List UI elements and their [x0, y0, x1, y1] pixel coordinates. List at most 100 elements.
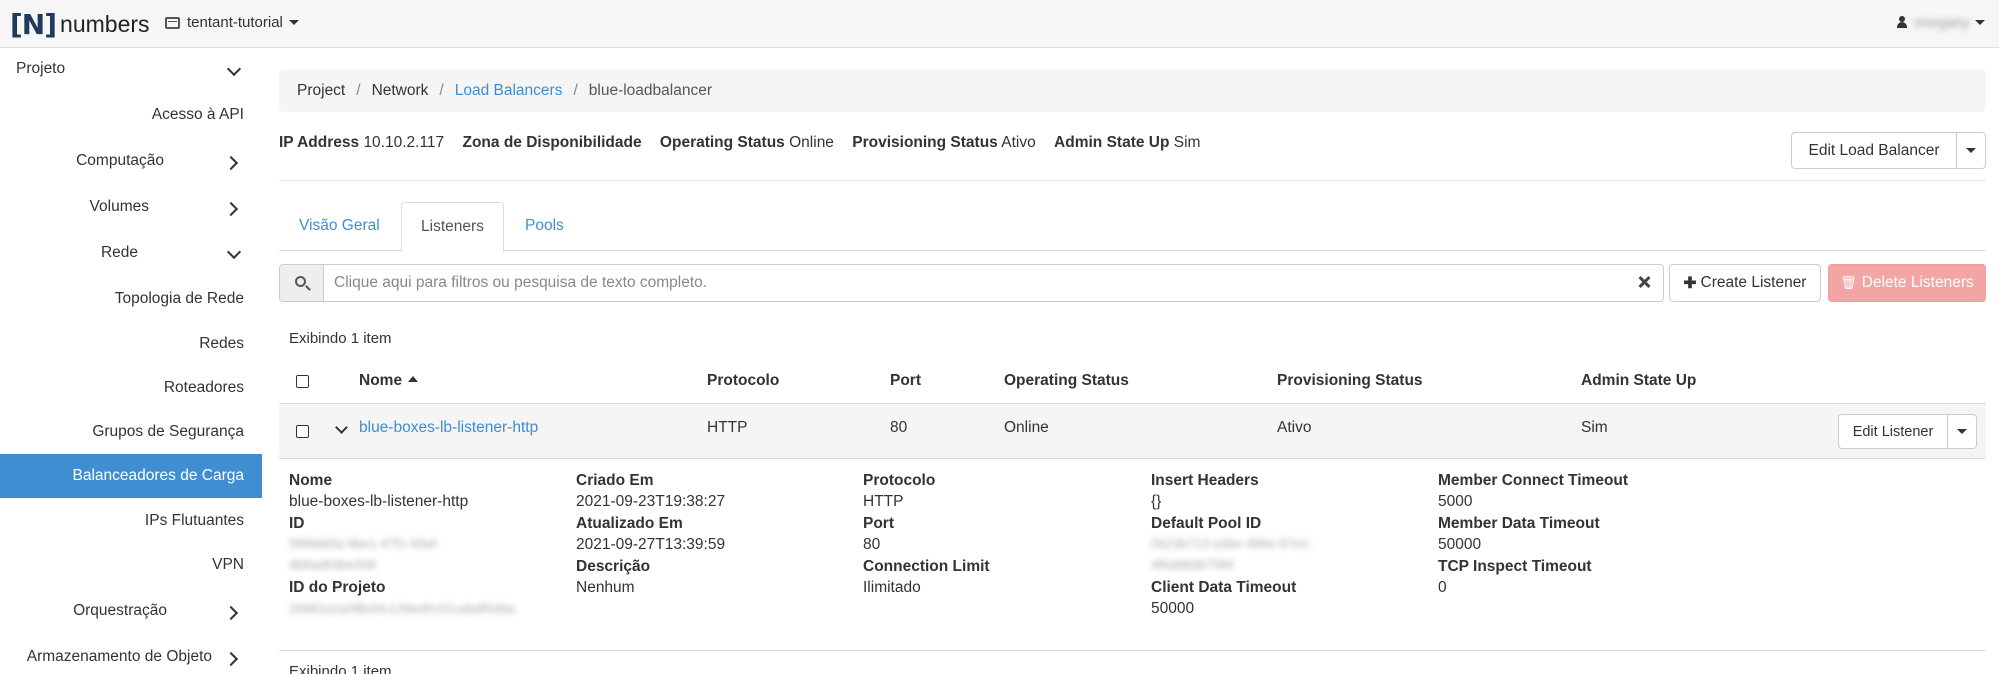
project-name: tentant-tutorial	[187, 14, 283, 31]
sidebar-item-computacao[interactable]: Computação	[76, 152, 164, 170]
sidebar-item-redes[interactable]: Redes	[199, 335, 244, 353]
divider	[279, 180, 1986, 181]
breadcrumb-network[interactable]: Network	[372, 82, 429, 100]
sidebar-item-vpn[interactable]: VPN	[212, 556, 244, 574]
detail-project-id-value: 2b882a2a08b44c139ed0c01cabdf0d9a	[289, 601, 515, 616]
col-header-admin-state[interactable]: Admin State Up	[1581, 372, 1696, 390]
edit-load-balancer-dropdown[interactable]	[1956, 132, 1986, 169]
detail-port-label: Port	[863, 515, 894, 532]
user-menu[interactable]: morgany	[1896, 14, 1985, 30]
cell-protocol: HTTP	[707, 419, 748, 436]
chevron-right-icon[interactable]	[223, 651, 239, 667]
row-checkbox[interactable]	[296, 425, 309, 438]
sidebar-item-orquestracao[interactable]: Orquestração	[73, 602, 167, 620]
search-input[interactable]	[324, 265, 1614, 301]
col-header-protocol[interactable]: Protocolo	[707, 372, 779, 390]
chevron-right-icon[interactable]	[223, 201, 239, 217]
col-header-provisioning-status[interactable]: Provisioning Status	[1277, 372, 1423, 390]
table-bottom-border	[279, 650, 1986, 651]
sidebar-item-api-access[interactable]: Acesso à API	[152, 106, 244, 124]
detail-name-value: blue-boxes-lb-listener-http	[289, 493, 469, 510]
detail-member-data-timeout-value: 50000	[1438, 536, 1482, 553]
plus-icon: ✚	[1683, 274, 1697, 292]
ip-value: 10.10.2.117	[363, 134, 445, 151]
sidebar-item-roteadores[interactable]: Roteadores	[164, 379, 244, 397]
ip-label: IP Address	[279, 134, 360, 151]
tab-listeners[interactable]: Listeners	[401, 202, 504, 252]
detail-protocol-label: Protocolo	[863, 472, 936, 489]
chevron-down-icon[interactable]	[226, 244, 242, 260]
admin-state-label: Admin State Up	[1054, 134, 1170, 151]
detail-id-value-line2: db8ad69be208	[289, 557, 376, 572]
detail-updated-value: 2021-09-27T13:39:59	[576, 536, 726, 553]
tab-pools[interactable]: Pools	[525, 202, 564, 251]
edit-load-balancer-button[interactable]: Edit Load Balancer	[1791, 132, 1957, 169]
detail-updated-label: Atualizado Em	[576, 515, 683, 532]
filter-bar	[279, 264, 1664, 302]
listener-name-link[interactable]: blue-boxes-lb-listener-http	[359, 419, 538, 437]
tab-bar: Visão Geral Listeners Pools	[279, 202, 1986, 252]
create-listener-button[interactable]: ✚ Create Listener	[1669, 264, 1821, 302]
breadcrumb-separator: /	[356, 82, 361, 99]
detail-member-data-timeout-label: Member Data Timeout	[1438, 515, 1600, 532]
sidebar-item-volumes[interactable]: Volumes	[90, 198, 149, 216]
col-header-name-label: Nome	[359, 372, 403, 389]
admin-state-value: Sim	[1173, 134, 1201, 151]
col-header-port[interactable]: Port	[890, 372, 921, 390]
detail-name-label: Nome	[289, 472, 333, 489]
sidebar-item-floating-ips[interactable]: IPs Flutuantes	[145, 512, 244, 530]
brand-logo[interactable]: [N] numbers	[10, 6, 150, 42]
logo-text: numbers	[60, 10, 150, 37]
detail-client-timeout-value: 50000	[1151, 600, 1195, 617]
cell-operating-status: Online	[1004, 419, 1049, 436]
breadcrumb-load-balancers[interactable]: Load Balancers	[455, 82, 563, 100]
chevron-down-icon[interactable]	[226, 61, 242, 77]
chevron-down-icon	[288, 20, 299, 25]
edit-listener-dropdown[interactable]	[1947, 414, 1977, 449]
chevron-right-icon[interactable]	[223, 155, 239, 171]
sidebar-item-object-storage[interactable]: Armazenamento de Objeto	[27, 648, 212, 666]
sidebar-item-security-groups[interactable]: Grupos de Segurança	[92, 423, 244, 441]
chevron-right-icon[interactable]	[223, 605, 239, 621]
delete-listeners-label: Delete Listeners	[1861, 274, 1974, 291]
edit-listener-button[interactable]: Edit Listener	[1838, 414, 1948, 449]
sidebar-item-load-balancers[interactable]: Balanceadores de Carga	[0, 454, 262, 498]
detail-client-timeout-label: Client Data Timeout	[1151, 579, 1297, 596]
detail-default-pool-label: Default Pool ID	[1151, 515, 1262, 532]
create-listener-label: Create Listener	[1700, 274, 1807, 291]
search-icon	[295, 276, 306, 287]
detail-description-label: Descrição	[576, 558, 651, 575]
sidebar-item-rede[interactable]: Rede	[101, 244, 138, 262]
sidebar: Projeto Acesso à API Computação Volumes …	[0, 48, 262, 674]
detail-connection-limit-value: Ilimitado	[863, 579, 921, 596]
detail-insert-headers-value: {}	[1151, 493, 1162, 510]
chevron-down-icon	[1975, 19, 1985, 25]
provisioning-status-label: Provisioning Status	[852, 134, 998, 151]
select-all-checkbox[interactable]	[296, 375, 309, 388]
tab-overview[interactable]: Visão Geral	[299, 202, 380, 251]
clear-search-icon[interactable]	[1637, 275, 1651, 289]
project-selector[interactable]: tentant-tutorial	[165, 14, 299, 31]
detail-description-value: Nenhum	[576, 579, 635, 596]
col-header-operating-status[interactable]: Operating Status	[1004, 372, 1129, 390]
detail-default-pool-value-line1[interactable]: 5623b713-a3be-489e-87e1-	[1151, 536, 1313, 551]
item-count: Exibindo 1 item	[289, 330, 392, 347]
operating-status-label: Operating Status	[659, 134, 785, 151]
detail-protocol-value: HTTP	[863, 493, 904, 510]
detail-connection-limit-label: Connection Limit	[863, 558, 990, 575]
delete-listeners-button[interactable]: 🗑 Delete Listeners	[1828, 264, 1986, 302]
detail-id-label: ID	[289, 515, 305, 532]
col-header-name[interactable]: Nome	[359, 372, 419, 390]
detail-created-label: Criado Em	[576, 472, 654, 489]
detail-default-pool-value-line2[interactable]: 4f6dd8d67584	[1151, 557, 1234, 572]
breadcrumb: Project / Network / Load Balancers / blu…	[279, 70, 1986, 112]
zone-label: Zona de Disponibilidade	[462, 134, 642, 151]
detail-tcp-inspect-timeout-value: 0	[1438, 579, 1447, 596]
logo-mark: [N]	[10, 7, 57, 41]
detail-member-connect-timeout-label: Member Connect Timeout	[1438, 472, 1629, 489]
cell-port: 80	[890, 419, 908, 436]
sidebar-item-projeto[interactable]: Projeto	[16, 60, 65, 78]
project-icon	[165, 16, 180, 29]
sidebar-item-network-topology[interactable]: Topologia de Rede	[115, 290, 244, 308]
breadcrumb-project[interactable]: Project	[297, 82, 345, 100]
